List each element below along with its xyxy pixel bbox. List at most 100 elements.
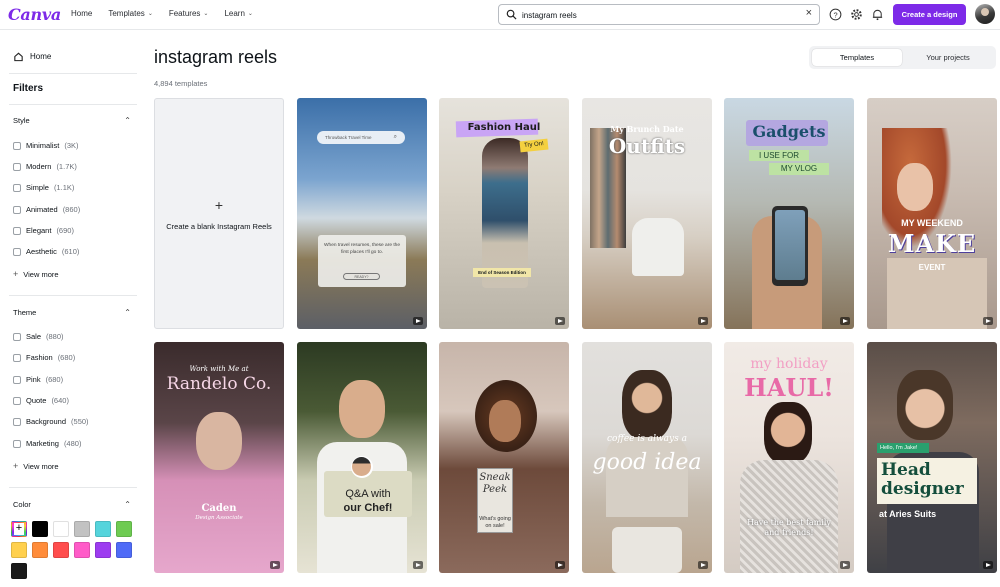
card-text: Randelo Co. [166, 374, 272, 394]
filter-option[interactable]: Sale (880) [13, 332, 64, 341]
divider [9, 73, 137, 74]
filter-option[interactable]: Background (550) [13, 417, 89, 426]
tab-your-projects[interactable]: Your projects [903, 49, 993, 66]
checkbox[interactable] [13, 162, 21, 171]
checkbox[interactable] [13, 396, 21, 405]
color-swatch[interactable] [116, 542, 132, 558]
person-face [196, 412, 242, 470]
template-card[interactable]: Fashion Haul Try On! End of Season Editi… [439, 98, 569, 329]
template-card[interactable]: Gadgets I USE FOR MY VLOG [724, 98, 854, 329]
help-icon[interactable]: ? [829, 8, 842, 21]
checkbox[interactable] [13, 332, 21, 341]
color-swatch[interactable] [11, 542, 27, 558]
option-count: (3K) [64, 141, 79, 150]
checkbox[interactable] [13, 141, 21, 150]
card-text: at Aries Suits [879, 509, 937, 519]
filter-option[interactable]: Minimalist (3K) [13, 141, 79, 150]
color-swatch[interactable] [53, 542, 69, 558]
avatar [351, 456, 373, 478]
template-card[interactable]: Q&A with our Chef! [297, 342, 427, 573]
create-blank-card[interactable]: + Create a blank Instagram Reels [154, 98, 284, 329]
color-swatch[interactable] [74, 542, 90, 558]
nav-templates[interactable]: Templates ⌄ [108, 9, 153, 18]
checkbox[interactable] [13, 226, 21, 235]
card-text: My Brunch Date [610, 124, 684, 134]
nav-learn[interactable]: Learn ⌄ [224, 9, 253, 18]
style-section-title: Style [13, 116, 30, 125]
nav-features[interactable]: Features ⌄ [169, 9, 209, 18]
filters-sidebar: Home Filters Style ⌃ Minimalist (3K) Mode… [0, 31, 140, 587]
filter-option[interactable]: Elegant (690) [13, 226, 74, 235]
option-label: Quote [26, 396, 47, 405]
option-count: (680) [57, 353, 76, 362]
template-card[interactable]: Hello, I'm Jake! Head designer at Aries … [867, 342, 997, 573]
card-text-box: When travel resumes, these are the first… [318, 235, 406, 287]
filter-option[interactable]: Marketing (480) [13, 439, 81, 448]
style-view-more[interactable]: + View more [13, 269, 59, 279]
view-more-label: View more [23, 269, 59, 279]
card-text: MY VLOG [769, 163, 829, 175]
filter-option[interactable]: Modern (1.7K) [13, 162, 77, 171]
nav-home[interactable]: Home [71, 9, 92, 18]
color-swatch[interactable] [11, 563, 27, 579]
chevron-up-icon: ⌃ [124, 116, 131, 125]
search-input[interactable] [522, 8, 792, 22]
checkbox[interactable] [13, 375, 21, 384]
sidebar-home[interactable]: Home [13, 51, 51, 62]
tab-templates[interactable]: Templates [812, 49, 902, 66]
filter-option[interactable]: Pink (680) [13, 375, 63, 384]
gear-icon[interactable] [850, 8, 863, 21]
theme-section-toggle[interactable]: Theme ⌃ [13, 308, 131, 317]
clear-search-icon[interactable]: × [806, 7, 812, 19]
template-card[interactable]: MY WEEKEND MAKE EVENT [867, 98, 997, 329]
card-text: Sneak [479, 472, 511, 483]
theme-view-more[interactable]: + View more [13, 461, 59, 471]
filter-option[interactable]: Animated (860) [13, 205, 80, 214]
search-bar[interactable]: × [498, 4, 820, 25]
filter-option[interactable]: Simple (1.1K) [13, 183, 74, 192]
card-text: Work with Me at [189, 365, 249, 373]
color-swatch[interactable] [53, 521, 69, 537]
create-design-button[interactable]: Create a design [893, 4, 966, 25]
checkbox[interactable] [13, 417, 21, 426]
divider [9, 104, 137, 105]
checkbox[interactable] [13, 205, 21, 214]
card-text: MY WEEKEND [901, 218, 963, 228]
color-swatch[interactable] [116, 521, 132, 537]
style-section-toggle[interactable]: Style ⌃ [13, 116, 131, 125]
template-card[interactable]: My Brunch Date Outfits [582, 98, 712, 329]
template-card[interactable]: my holiday HAUL! Have the best family an… [724, 342, 854, 573]
template-count: 4,894 templates [154, 79, 208, 88]
checkbox[interactable] [13, 439, 21, 448]
avatar[interactable] [975, 4, 995, 24]
plus-icon: + [214, 196, 224, 213]
chevron-down-icon: ⌄ [147, 11, 153, 17]
divider [9, 487, 137, 488]
color-section-toggle[interactable]: Color ⌃ [13, 500, 131, 509]
checkbox[interactable] [13, 183, 21, 192]
checkbox[interactable] [13, 353, 21, 362]
card-search-pill: Throwback Travel Time ⌕ [317, 131, 405, 144]
template-card[interactable]: Throwback Travel Time ⌕ When travel resum… [297, 98, 427, 329]
color-swatch[interactable] [32, 542, 48, 558]
card-text: What's going on sale! [479, 516, 511, 529]
template-card[interactable]: Work with Me at Randelo Co. Caden Design… [154, 342, 284, 573]
play-icon [840, 317, 850, 325]
color-swatch[interactable] [95, 521, 111, 537]
filter-option[interactable]: Quote (640) [13, 396, 69, 405]
bell-icon[interactable] [871, 8, 884, 21]
color-picker-swatch[interactable] [11, 521, 27, 537]
person-face [622, 370, 672, 440]
view-toggle: Templates Your projects [809, 46, 996, 69]
play-icon [983, 317, 993, 325]
filter-option[interactable]: Fashion (680) [13, 353, 75, 362]
template-card[interactable]: Sneak Peek What's going on sale! [439, 342, 569, 573]
play-icon [270, 561, 280, 569]
template-card[interactable]: coffee is always a good idea [582, 342, 712, 573]
filter-option[interactable]: Aesthetic (610) [13, 247, 79, 256]
color-swatch[interactable] [74, 521, 90, 537]
checkbox[interactable] [13, 247, 21, 256]
color-swatch[interactable] [95, 542, 111, 558]
color-swatch[interactable] [32, 521, 48, 537]
canva-logo[interactable]: Canva [8, 5, 61, 24]
